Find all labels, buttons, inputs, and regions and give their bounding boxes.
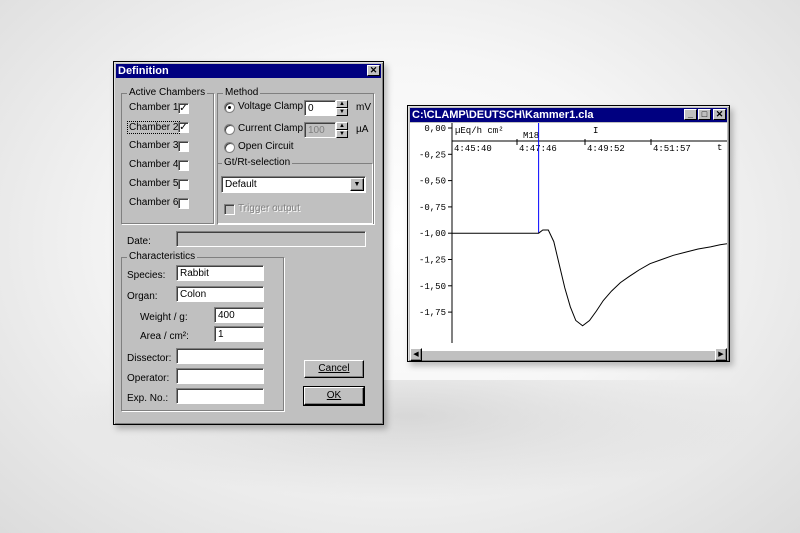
- close-icon: ✕: [369, 65, 378, 75]
- y-tick-label: -1,75: [419, 308, 446, 318]
- voltage-unit: mV: [356, 102, 371, 113]
- dialog-close-button[interactable]: ✕: [367, 65, 380, 76]
- characteristics-title: Characteristics: [127, 251, 198, 262]
- gt-rt-group: Gt/Rt-selection: [217, 157, 372, 223]
- dissector-field[interactable]: [176, 348, 264, 364]
- method-title: Method: [223, 87, 261, 98]
- chamber-4-checkbox[interactable]: [178, 160, 189, 171]
- scroll-left-button[interactable]: ◀: [410, 348, 422, 361]
- definition-dialog: Definition ✕ Active Chambers Method Volt…: [113, 61, 384, 425]
- chamber-1-checkbox[interactable]: ✓: [178, 103, 189, 114]
- weight-label: Weight / g:: [140, 312, 188, 323]
- minimize-button[interactable]: _: [684, 109, 697, 120]
- dialog-title: Definition: [118, 65, 169, 77]
- chamber-3-label: Chamber 3: [129, 140, 179, 151]
- gt-rt-selected-value: Default: [225, 179, 257, 190]
- cancel-button[interactable]: Cancel: [304, 360, 364, 378]
- current-clamp-stepper[interactable]: ▲ ▼: [336, 122, 348, 138]
- horizontal-scrollbar[interactable]: ◀ ▶: [410, 348, 727, 361]
- active-chambers-title: Active Chambers: [127, 87, 208, 98]
- y-tick-label: -0,50: [419, 177, 446, 187]
- trigger-output-checkbox[interactable]: [224, 204, 235, 215]
- plot-titlebar[interactable]: C:\CLAMP\DEUTSCH\Kammer1.cla _ □ ✕: [410, 108, 727, 122]
- dialog-titlebar[interactable]: Definition ✕: [116, 64, 381, 78]
- date-label: Date:: [127, 236, 151, 247]
- series-line: [452, 229, 727, 327]
- dropdown-button[interactable]: ▼: [350, 178, 364, 191]
- plot-window-title: C:\CLAMP\DEUTSCH\Kammer1.cla: [412, 109, 594, 121]
- gt-rt-select[interactable]: Default: [221, 176, 366, 193]
- exp-no-label: Exp. No.:: [127, 393, 169, 404]
- maximize-button[interactable]: □: [698, 109, 711, 120]
- unit-label: µEq/h cm²: [455, 126, 504, 136]
- plot-close-button[interactable]: ✕: [713, 109, 726, 120]
- chamber-6-label: Chamber 6: [129, 197, 179, 208]
- chart-area: 0,00-0,25-0,50-0,75-1,00-1,25-1,50-1,75 …: [410, 123, 727, 351]
- x-tick-label: 4:45:40: [454, 144, 492, 154]
- arrow-left-icon: ◀: [413, 351, 419, 358]
- y-tick-label: -1,50: [419, 282, 446, 292]
- scroll-right-button[interactable]: ▶: [715, 348, 727, 361]
- current-unit: µA: [356, 124, 369, 135]
- species-field[interactable]: Rabbit: [176, 265, 264, 281]
- x-tick-label: 4:47:46: [519, 144, 557, 154]
- area-field[interactable]: 1: [214, 326, 264, 342]
- minimize-icon: _: [687, 109, 693, 119]
- spin-down-icon[interactable]: ▼: [336, 108, 348, 116]
- chamber-2-label: Chamber 2: [127, 121, 181, 134]
- voltage-clamp-stepper[interactable]: ▲ ▼: [336, 100, 348, 116]
- open-circuit-label: Open Circuit: [238, 141, 294, 152]
- current-clamp-input[interactable]: 100: [304, 122, 336, 138]
- voltage-clamp-radio[interactable]: [224, 102, 235, 113]
- exp-no-field[interactable]: [176, 388, 264, 404]
- y-tick-label: -1,00: [419, 229, 446, 239]
- chamber-3-checkbox[interactable]: [178, 141, 189, 152]
- operator-field[interactable]: [176, 368, 264, 384]
- arrow-right-icon: ▶: [718, 351, 724, 358]
- chamber-1-label: Chamber 1: [129, 102, 179, 113]
- spin-down-icon[interactable]: ▼: [336, 130, 348, 138]
- y-tick-label: -1,25: [419, 256, 446, 266]
- chevron-down-icon: ▼: [353, 181, 361, 188]
- chamber-2-checkbox[interactable]: ✓: [178, 122, 189, 133]
- gt-rt-title: Gt/Rt-selection: [222, 157, 293, 168]
- organ-field[interactable]: Colon: [176, 286, 264, 302]
- current-clamp-radio[interactable]: [224, 124, 235, 135]
- ok-button[interactable]: OK: [303, 386, 365, 406]
- plot-window: C:\CLAMP\DEUTSCH\Kammer1.cla _ □ ✕ 0,00 -…: [407, 105, 730, 362]
- current-clamp-label: Current Clamp: [238, 123, 304, 134]
- trigger-output-label: Trigger output: [238, 203, 300, 214]
- operator-label: Operator:: [127, 373, 170, 384]
- dissector-label: Dissector:: [127, 353, 172, 364]
- maximize-icon: □: [701, 109, 708, 119]
- spin-up-icon[interactable]: ▲: [336, 122, 348, 130]
- area-label: Area / cm²:: [140, 331, 189, 342]
- species-label: Species:: [127, 270, 166, 281]
- voltage-clamp-input[interactable]: 0: [304, 100, 336, 116]
- y-tick-label: -0,25: [419, 150, 446, 160]
- time-axis-label: t: [717, 143, 722, 153]
- cancel-button-label: Cancel: [318, 363, 350, 374]
- chamber-4-label: Chamber 4: [129, 159, 179, 170]
- spin-up-icon[interactable]: ▲: [336, 100, 348, 108]
- x-tick-label: 4:49:52: [587, 144, 625, 154]
- close-icon: ✕: [715, 109, 724, 119]
- y-tick-label: 0,00: [424, 124, 446, 134]
- date-field[interactable]: [176, 231, 366, 247]
- voltage-clamp-label: Voltage Clamp: [238, 101, 304, 112]
- weight-field[interactable]: 400: [214, 307, 264, 323]
- marker-label: M18: [523, 131, 539, 141]
- open-circuit-radio[interactable]: [224, 142, 235, 153]
- organ-label: Organ:: [127, 291, 158, 302]
- chamber-5-label: Chamber 5: [129, 178, 179, 189]
- ok-button-label: OK: [326, 390, 342, 401]
- x-tick-label: 4:51:57: [653, 144, 691, 154]
- chamber-6-checkbox[interactable]: [178, 198, 189, 209]
- chamber-5-checkbox[interactable]: [178, 179, 189, 190]
- y-tick-label: -0,75: [419, 203, 446, 213]
- cursor-label: I: [593, 126, 598, 136]
